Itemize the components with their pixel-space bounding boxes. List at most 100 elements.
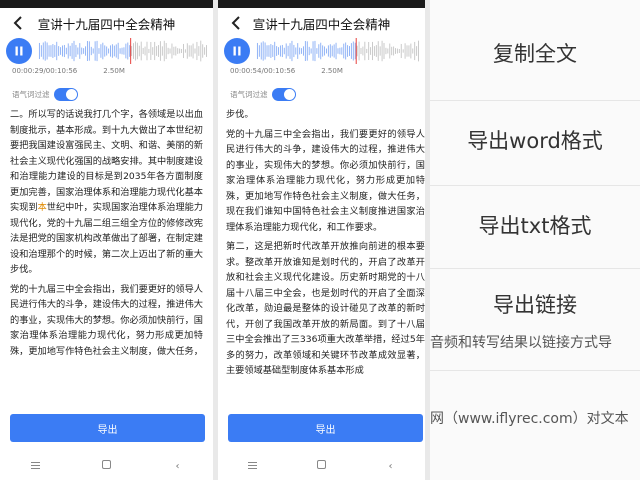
wave-bar xyxy=(350,43,352,59)
wave-bar xyxy=(134,41,136,61)
wave-bar xyxy=(144,46,146,56)
wave-bar xyxy=(391,46,393,56)
back-arrow-icon[interactable] xyxy=(228,14,246,32)
transcript-paragraph: 步伐。 xyxy=(226,109,254,120)
wave-bar xyxy=(418,40,419,62)
filter-row: 语气词过滤 xyxy=(12,87,213,101)
status-bar xyxy=(218,0,425,8)
wave-bar xyxy=(204,47,206,55)
pause-button[interactable] xyxy=(6,38,32,64)
wave-bar xyxy=(71,43,73,59)
file-size: 2.50M xyxy=(321,67,343,75)
header: 宣讲十九届四中全会精神 xyxy=(0,8,213,38)
wave-bar xyxy=(381,40,383,62)
wave-bar xyxy=(123,47,125,55)
playhead[interactable] xyxy=(355,38,357,64)
wave-bar xyxy=(345,42,347,60)
menu-item-export-txt[interactable]: 导出txt格式 xyxy=(430,200,640,250)
back-nav-icon[interactable]: ‹ xyxy=(381,461,401,472)
wave-bar xyxy=(177,48,179,54)
export-button[interactable]: 导出 xyxy=(228,414,423,442)
wave-bar xyxy=(125,43,127,59)
wave-bar xyxy=(194,48,196,54)
wave-bar xyxy=(308,46,310,56)
time-info: 00:00:54/00:10:56 2.50M xyxy=(230,67,425,77)
wave-bar xyxy=(142,47,144,55)
filter-label: 语气词过滤 xyxy=(230,89,268,99)
wave-bar xyxy=(121,47,123,55)
system-nav-bar: ‹ xyxy=(0,456,213,476)
wave-bar xyxy=(206,45,207,57)
menu-divider xyxy=(430,100,640,101)
wave-bar xyxy=(362,46,364,56)
wave-bar xyxy=(258,45,260,57)
wave-bar xyxy=(341,47,343,55)
wave-bar xyxy=(364,41,366,61)
highlight-word: 本 xyxy=(37,202,47,213)
wave-bar xyxy=(50,45,52,57)
wave-bar xyxy=(158,45,159,57)
filter-toggle[interactable] xyxy=(271,87,296,101)
waveform[interactable] xyxy=(256,38,419,64)
status-bar xyxy=(430,0,640,8)
wave-bar xyxy=(322,45,324,57)
back-arrow-icon[interactable] xyxy=(10,14,28,32)
wave-bar xyxy=(310,48,312,54)
wave-bar xyxy=(414,41,416,61)
wave-bar xyxy=(136,42,138,60)
wave-bar xyxy=(372,41,373,61)
wave-bar xyxy=(299,47,301,55)
filter-row: 语气词过滤 xyxy=(230,87,425,101)
wave-bar xyxy=(291,40,293,62)
transcript-paragraph: 党的十九届三中全会指出，我们要更好的领导人民进行伟大的斗争，建设伟大的过程，推进… xyxy=(226,128,425,233)
home-icon[interactable] xyxy=(97,460,117,472)
wave-bar xyxy=(52,44,54,58)
wave-bar xyxy=(161,46,163,56)
home-icon[interactable] xyxy=(312,460,332,472)
menu-divider xyxy=(430,370,640,371)
pause-icon xyxy=(233,46,241,56)
wave-bar xyxy=(335,42,337,60)
wave-bar xyxy=(320,42,322,60)
wave-bar xyxy=(202,44,204,58)
wave-bar xyxy=(318,44,320,58)
menu-item-export-link[interactable]: 导出链接 xyxy=(430,280,640,328)
wave-bar xyxy=(129,45,131,57)
wave-bar xyxy=(370,47,372,55)
pause-icon xyxy=(15,46,23,56)
wave-bar xyxy=(173,46,175,56)
wave-bar xyxy=(416,46,418,56)
wave-bar xyxy=(131,46,133,56)
website-note: 网（www.iflyrec.com）对文本 xyxy=(430,411,629,427)
pause-button[interactable] xyxy=(224,38,250,64)
playhead[interactable] xyxy=(130,38,132,64)
menu-item-copy-all[interactable]: 复制全文 xyxy=(430,28,640,78)
wave-bar xyxy=(354,42,356,60)
wave-bar xyxy=(366,48,368,54)
wave-bar xyxy=(302,46,304,56)
wave-bar xyxy=(297,43,299,59)
menu-icon[interactable] xyxy=(26,461,46,472)
export-button[interactable]: 导出 xyxy=(10,414,205,442)
waveform[interactable] xyxy=(38,38,207,64)
menu-item-export-word[interactable]: 导出word格式 xyxy=(430,115,640,165)
wave-bar xyxy=(165,42,167,60)
wave-bar xyxy=(163,40,165,62)
wave-bar xyxy=(260,42,262,60)
wave-bar xyxy=(266,45,268,57)
wave-bar xyxy=(339,47,341,55)
wave-bar xyxy=(274,41,276,61)
filter-toggle[interactable] xyxy=(53,87,78,101)
wave-bar xyxy=(383,42,385,60)
wave-bar xyxy=(169,48,171,54)
wave-bar xyxy=(192,43,194,59)
menu-divider xyxy=(430,185,640,186)
menu-icon[interactable] xyxy=(243,461,263,472)
transcript-paragraph: 党的十九届三中全会指出，我们要更好的领导人民进行伟大的斗争，建设伟大的过程，推进… xyxy=(10,283,203,357)
export-menu-screen: 复制全文 导出word格式 导出txt格式 导出链接 音频和转写结果以链接方式导… xyxy=(430,0,640,480)
wave-bar xyxy=(379,46,381,56)
wave-bar xyxy=(279,45,281,57)
back-nav-icon[interactable]: ‹ xyxy=(168,461,188,472)
wave-bar xyxy=(75,44,77,58)
file-size: 2.50M xyxy=(103,67,125,75)
